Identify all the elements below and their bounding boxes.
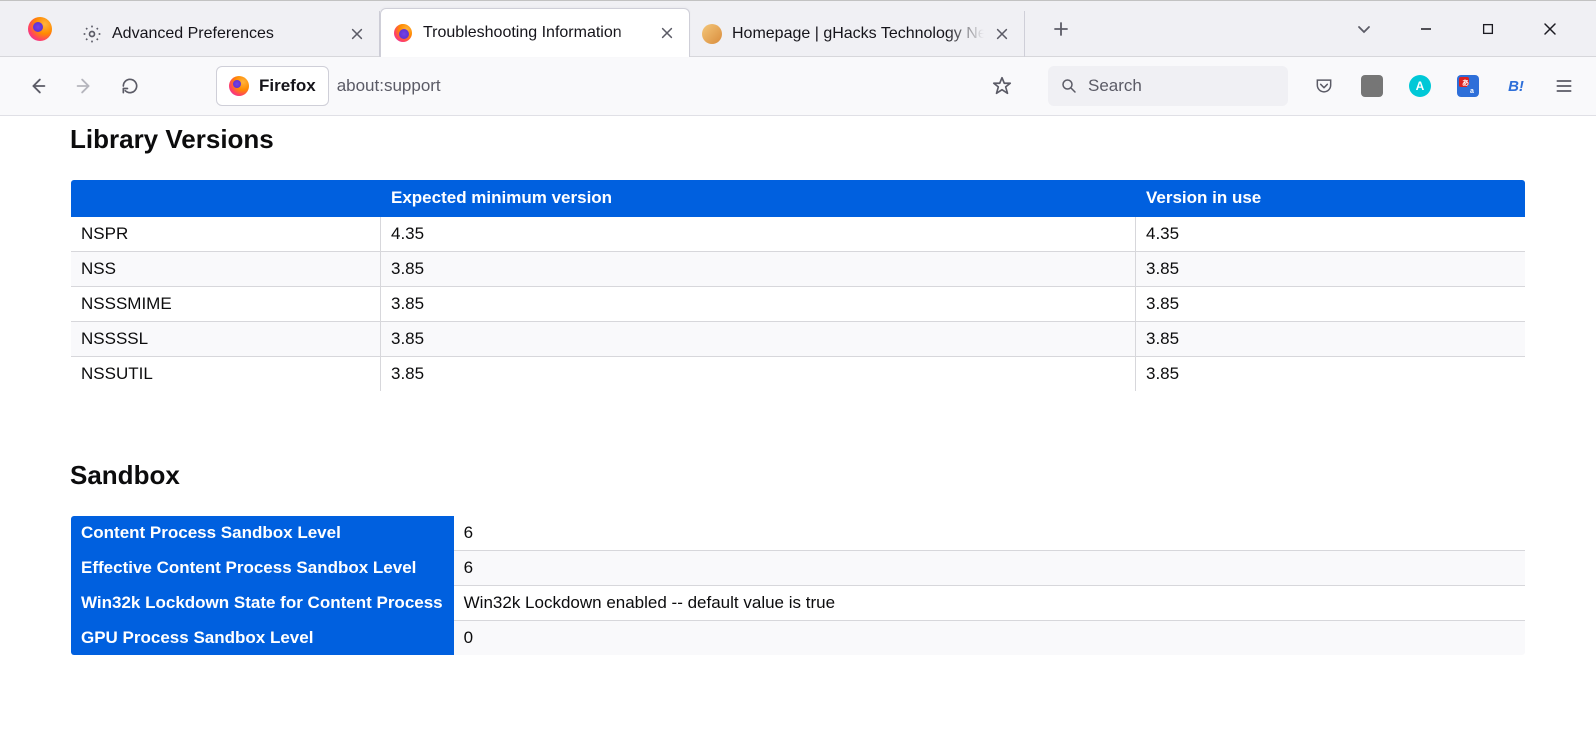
library-inuse: 3.85: [1136, 322, 1526, 357]
library-expected: 3.85: [381, 252, 1136, 287]
library-name: NSSUTIL: [71, 357, 381, 392]
extension-icon[interactable]: B!: [1502, 72, 1530, 100]
library-expected: 3.85: [381, 322, 1136, 357]
url-identity[interactable]: Firefox: [216, 66, 329, 106]
search-placeholder: Search: [1088, 76, 1142, 96]
close-window-button[interactable]: [1528, 7, 1572, 51]
table-row: NSSSSL3.853.85: [71, 322, 1526, 357]
table-row: NSS3.853.85: [71, 252, 1526, 287]
tab-label: Advanced Preferences: [112, 25, 339, 43]
library-name: NSSSMIME: [71, 287, 381, 322]
library-name: NSSSSL: [71, 322, 381, 357]
tab-label: Homepage | gHacks Technology News: [732, 25, 984, 43]
library-versions-table: Expected minimum version Version in use …: [70, 179, 1526, 392]
svg-text:a: a: [1470, 88, 1474, 95]
ublock-icon[interactable]: [1358, 72, 1386, 100]
sandbox-value: 0: [453, 621, 1525, 656]
table-row: NSSUTIL3.853.85: [71, 357, 1526, 392]
chevron-down-icon[interactable]: [1342, 7, 1386, 51]
back-button[interactable]: [18, 66, 58, 106]
tab-bar: Advanced Preferences Troubleshooting Inf…: [0, 0, 1596, 57]
firefox-icon: [28, 17, 52, 41]
table-row: NSSSMIME3.853.85: [71, 287, 1526, 322]
library-versions-heading: Library Versions: [70, 124, 1526, 155]
library-inuse: 4.35: [1136, 217, 1526, 252]
window-controls: [1342, 7, 1596, 51]
library-expected: 3.85: [381, 287, 1136, 322]
forward-button[interactable]: [64, 66, 104, 106]
reload-button[interactable]: [110, 66, 150, 106]
table-header-blank: [71, 180, 381, 217]
table-row: GPU Process Sandbox Level0: [71, 621, 1526, 656]
gear-icon: [82, 24, 102, 44]
toolbar: Firefox about:support Search A あa B!: [0, 57, 1596, 116]
url-label: Firefox: [259, 76, 316, 96]
new-tab-button[interactable]: [1043, 11, 1079, 47]
search-icon: [1060, 77, 1078, 95]
svg-text:あ: あ: [1462, 78, 1469, 87]
sandbox-label: Content Process Sandbox Level: [71, 516, 454, 551]
search-input[interactable]: Search: [1048, 66, 1288, 106]
library-name: NSPR: [71, 217, 381, 252]
close-icon[interactable]: [992, 24, 1012, 44]
app-icon: [10, 17, 70, 41]
bookmark-star-icon[interactable]: [982, 66, 1022, 106]
sandbox-table: Content Process Sandbox Level6Effective …: [70, 515, 1526, 656]
sandbox-heading: Sandbox: [70, 460, 1526, 491]
library-inuse: 3.85: [1136, 287, 1526, 322]
tab-label: Troubleshooting Information: [423, 24, 649, 42]
tab-troubleshooting[interactable]: Troubleshooting Information: [380, 8, 690, 57]
close-icon[interactable]: [347, 24, 367, 44]
library-name: NSS: [71, 252, 381, 287]
account-icon[interactable]: A: [1406, 72, 1434, 100]
translate-icon[interactable]: あa: [1454, 72, 1482, 100]
table-row: Win32k Lockdown State for Content Proces…: [71, 586, 1526, 621]
toolbar-actions: A あa B!: [1310, 72, 1578, 100]
library-expected: 3.85: [381, 357, 1136, 392]
tab-advanced-preferences[interactable]: Advanced Preferences: [70, 11, 380, 57]
table-row: Effective Content Process Sandbox Level6: [71, 551, 1526, 586]
maximize-button[interactable]: [1466, 7, 1510, 51]
sandbox-value: 6: [453, 551, 1525, 586]
tab-ghacks[interactable]: Homepage | gHacks Technology News: [690, 11, 1025, 57]
library-inuse: 3.85: [1136, 252, 1526, 287]
firefox-icon: [229, 76, 249, 96]
minimize-button[interactable]: [1404, 7, 1448, 51]
table-row: NSPR4.354.35: [71, 217, 1526, 252]
sandbox-label: Win32k Lockdown State for Content Proces…: [71, 586, 454, 621]
table-header-row: Expected minimum version Version in use: [71, 180, 1526, 217]
table-row: Content Process Sandbox Level6: [71, 516, 1526, 551]
sandbox-value: 6: [453, 516, 1525, 551]
table-header-expected: Expected minimum version: [381, 180, 1136, 217]
ghacks-icon: [702, 24, 722, 44]
pocket-icon[interactable]: [1310, 72, 1338, 100]
table-header-inuse: Version in use: [1136, 180, 1526, 217]
url-path: about:support: [337, 76, 441, 96]
url-bar[interactable]: Firefox about:support: [156, 66, 1042, 106]
sandbox-label: Effective Content Process Sandbox Level: [71, 551, 454, 586]
content-area: Library Versions Expected minimum versio…: [0, 116, 1596, 729]
library-inuse: 3.85: [1136, 357, 1526, 392]
close-icon[interactable]: [657, 23, 677, 43]
sandbox-value: Win32k Lockdown enabled -- default value…: [453, 586, 1525, 621]
sandbox-label: GPU Process Sandbox Level: [71, 621, 454, 656]
library-expected: 4.35: [381, 217, 1136, 252]
firefox-icon: [393, 23, 413, 43]
app-menu-button[interactable]: [1550, 72, 1578, 100]
